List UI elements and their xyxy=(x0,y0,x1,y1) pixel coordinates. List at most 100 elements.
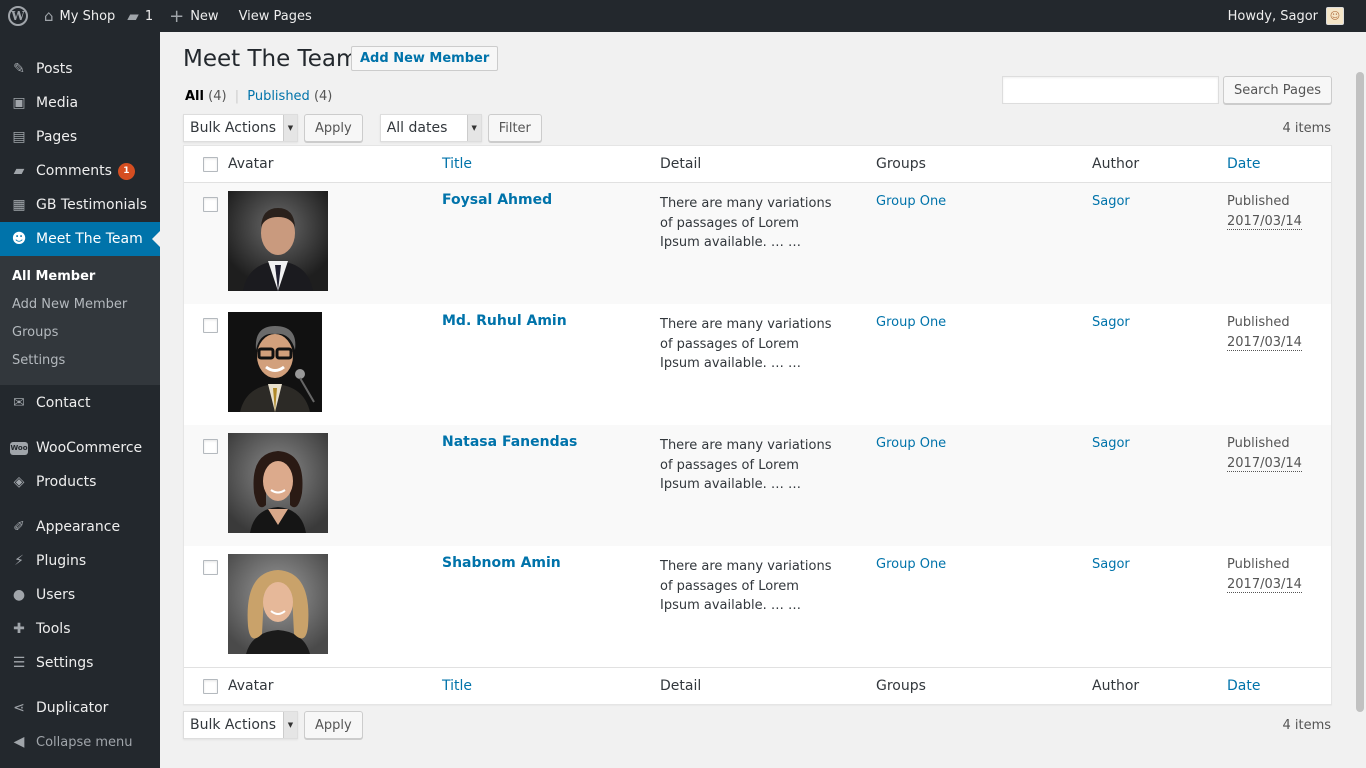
apply-button-bottom[interactable]: Apply xyxy=(304,711,363,739)
table-row: Foysal Ahmed There are many variations o… xyxy=(184,183,1331,304)
envelope-icon: ✉ xyxy=(13,395,25,411)
member-title-link[interactable]: Natasa Fanendas xyxy=(442,434,660,450)
filter-published-link[interactable]: Published xyxy=(247,89,310,104)
member-date: 2017/03/14 xyxy=(1227,456,1302,472)
table-header: Avatar Title Detail Groups Author Date xyxy=(184,146,1331,183)
member-status: Published xyxy=(1227,557,1290,572)
member-title-link[interactable]: Md. Ruhul Amin xyxy=(442,313,660,329)
member-author-link[interactable]: Sagor xyxy=(1092,436,1227,451)
table-row: Md. Ruhul Amin There are many variations… xyxy=(184,304,1331,425)
member-author-link[interactable]: Sagor xyxy=(1092,557,1227,572)
column-avatar: Avatar xyxy=(228,156,274,172)
row-checkbox[interactable] xyxy=(202,318,218,333)
view-pages-link[interactable]: View Pages xyxy=(227,0,320,32)
scrollbar-thumb[interactable] xyxy=(1356,72,1364,712)
avatar: ☺ xyxy=(1326,7,1344,25)
member-date: 2017/03/14 xyxy=(1227,335,1302,351)
member-date: 2017/03/14 xyxy=(1227,214,1302,230)
sidebar-item-tools[interactable]: ✚ Tools xyxy=(0,612,160,646)
sidebar-item-plugins[interactable]: ⚡ Plugins xyxy=(0,544,160,578)
column-author: Author xyxy=(1092,678,1140,694)
woo-icon: Woo xyxy=(10,439,28,457)
plus-icon: + xyxy=(169,5,185,27)
submenu-groups[interactable]: Groups xyxy=(0,319,160,347)
filter-button[interactable]: Filter xyxy=(487,114,542,142)
my-account-link[interactable]: Howdy, Sagor ☺ xyxy=(1228,0,1366,32)
collapse-menu-button[interactable]: ◀ Collapse menu xyxy=(0,725,160,759)
filter-separator: | xyxy=(234,89,240,104)
site-name-link[interactable]: ⌂ My Shop xyxy=(36,0,123,32)
search-input[interactable] xyxy=(1001,76,1219,104)
sidebar-item-settings[interactable]: ☰ Settings xyxy=(0,646,160,680)
select-all-checkbox[interactable] xyxy=(202,156,218,172)
wrench-icon: ✚ xyxy=(13,621,25,637)
submenu-add-new-member[interactable]: Add New Member xyxy=(0,291,160,319)
plug-icon: ⚡ xyxy=(14,553,24,569)
apply-button[interactable]: Apply xyxy=(304,114,363,142)
column-date-sort[interactable]: Date xyxy=(1227,156,1331,172)
member-title-link[interactable]: Foysal Ahmed xyxy=(442,192,660,208)
comments-link[interactable]: ▰ 1 xyxy=(123,0,161,32)
sidebar-item-gb-testimonials[interactable]: ▦ GB Testimonials xyxy=(0,188,160,222)
column-avatar: Avatar xyxy=(228,678,274,694)
user-icon: ● xyxy=(12,587,26,603)
submenu-settings[interactable]: Settings xyxy=(0,347,160,375)
member-avatar-photo xyxy=(228,191,328,291)
row-checkbox[interactable] xyxy=(202,439,218,454)
bulk-actions-select[interactable]: Bulk Actions ▼ xyxy=(183,114,298,142)
member-author-link[interactable]: Sagor xyxy=(1092,194,1227,209)
member-group-link[interactable]: Group One xyxy=(876,194,1092,209)
filter-all-link[interactable]: All xyxy=(185,89,204,104)
bulk-actions-select-bottom[interactable]: Bulk Actions ▼ xyxy=(183,711,298,739)
items-count: 4 items xyxy=(1282,120,1331,136)
column-author: Author xyxy=(1092,156,1140,172)
column-groups: Groups xyxy=(876,678,926,694)
row-checkbox[interactable] xyxy=(202,197,218,212)
sidebar-item-duplicator[interactable]: ⋖ Duplicator xyxy=(0,691,160,725)
member-detail: There are many variations of passages of… xyxy=(660,438,832,492)
sidebar-item-comments[interactable]: ▰ Comments 1 xyxy=(0,154,160,188)
status-filter-links: All (4) | Published (4) xyxy=(185,89,332,104)
member-group-link[interactable]: Group One xyxy=(876,557,1092,572)
groups-icon: ☻ xyxy=(11,231,27,247)
sidebar-item-pages[interactable]: ▤ Pages xyxy=(0,120,160,154)
sidebar-item-contact[interactable]: ✉ Contact xyxy=(0,386,160,420)
submenu-all-member[interactable]: All Member xyxy=(0,263,160,291)
member-title-link[interactable]: Shabnom Amin xyxy=(442,555,660,571)
table-footer: Avatar Title Detail Groups Author Date xyxy=(184,667,1331,704)
member-avatar-photo xyxy=(228,312,322,412)
sidebar-item-appearance[interactable]: ✐ Appearance xyxy=(0,510,160,544)
table-row: Shabnom Amin There are many variations o… xyxy=(184,546,1331,667)
row-checkbox[interactable] xyxy=(202,560,218,575)
chevron-down-icon: ▼ xyxy=(283,115,297,141)
tablenav-top: Bulk Actions ▼ Apply All dates ▼ Filter … xyxy=(183,113,1332,143)
sidebar-item-meet-the-team[interactable]: ☻ Meet The Team xyxy=(0,222,160,256)
column-date-sort[interactable]: Date xyxy=(1227,678,1331,694)
brush-icon: ✐ xyxy=(13,519,25,535)
comment-icon: ▰ xyxy=(127,7,139,25)
add-new-member-button[interactable]: Add New Member xyxy=(351,46,499,71)
sidebar-item-posts[interactable]: ✎ Posts xyxy=(0,52,160,86)
sidebar-item-media[interactable]: ▣ Media xyxy=(0,86,160,120)
media-icon: ▣ xyxy=(12,95,26,111)
member-group-link[interactable]: Group One xyxy=(876,315,1092,330)
home-icon: ⌂ xyxy=(44,7,54,25)
pin-icon: ✎ xyxy=(13,61,25,77)
chevron-down-icon: ▼ xyxy=(283,712,297,738)
member-detail: There are many variations of passages of… xyxy=(660,317,832,371)
testimonial-icon: ▦ xyxy=(12,197,26,213)
wordpress-logo-icon[interactable]: W xyxy=(0,0,36,32)
column-title-sort[interactable]: Title xyxy=(442,156,660,172)
select-all-checkbox-footer[interactable] xyxy=(202,678,218,694)
date-filter-select[interactable]: All dates ▼ xyxy=(379,114,482,142)
scrollbar[interactable] xyxy=(1354,32,1366,768)
member-author-link[interactable]: Sagor xyxy=(1092,315,1227,330)
member-group-link[interactable]: Group One xyxy=(876,436,1092,451)
sidebar-item-woocommerce[interactable]: Woo WooCommerce xyxy=(0,431,160,465)
filter-published-count: (4) xyxy=(313,89,333,104)
column-title-sort[interactable]: Title xyxy=(442,678,660,694)
sidebar-item-users[interactable]: ● Users xyxy=(0,578,160,612)
new-content-link[interactable]: + New xyxy=(161,0,226,32)
search-pages-button[interactable]: Search Pages xyxy=(1222,76,1332,104)
sidebar-item-products[interactable]: ◈ Products xyxy=(0,465,160,499)
